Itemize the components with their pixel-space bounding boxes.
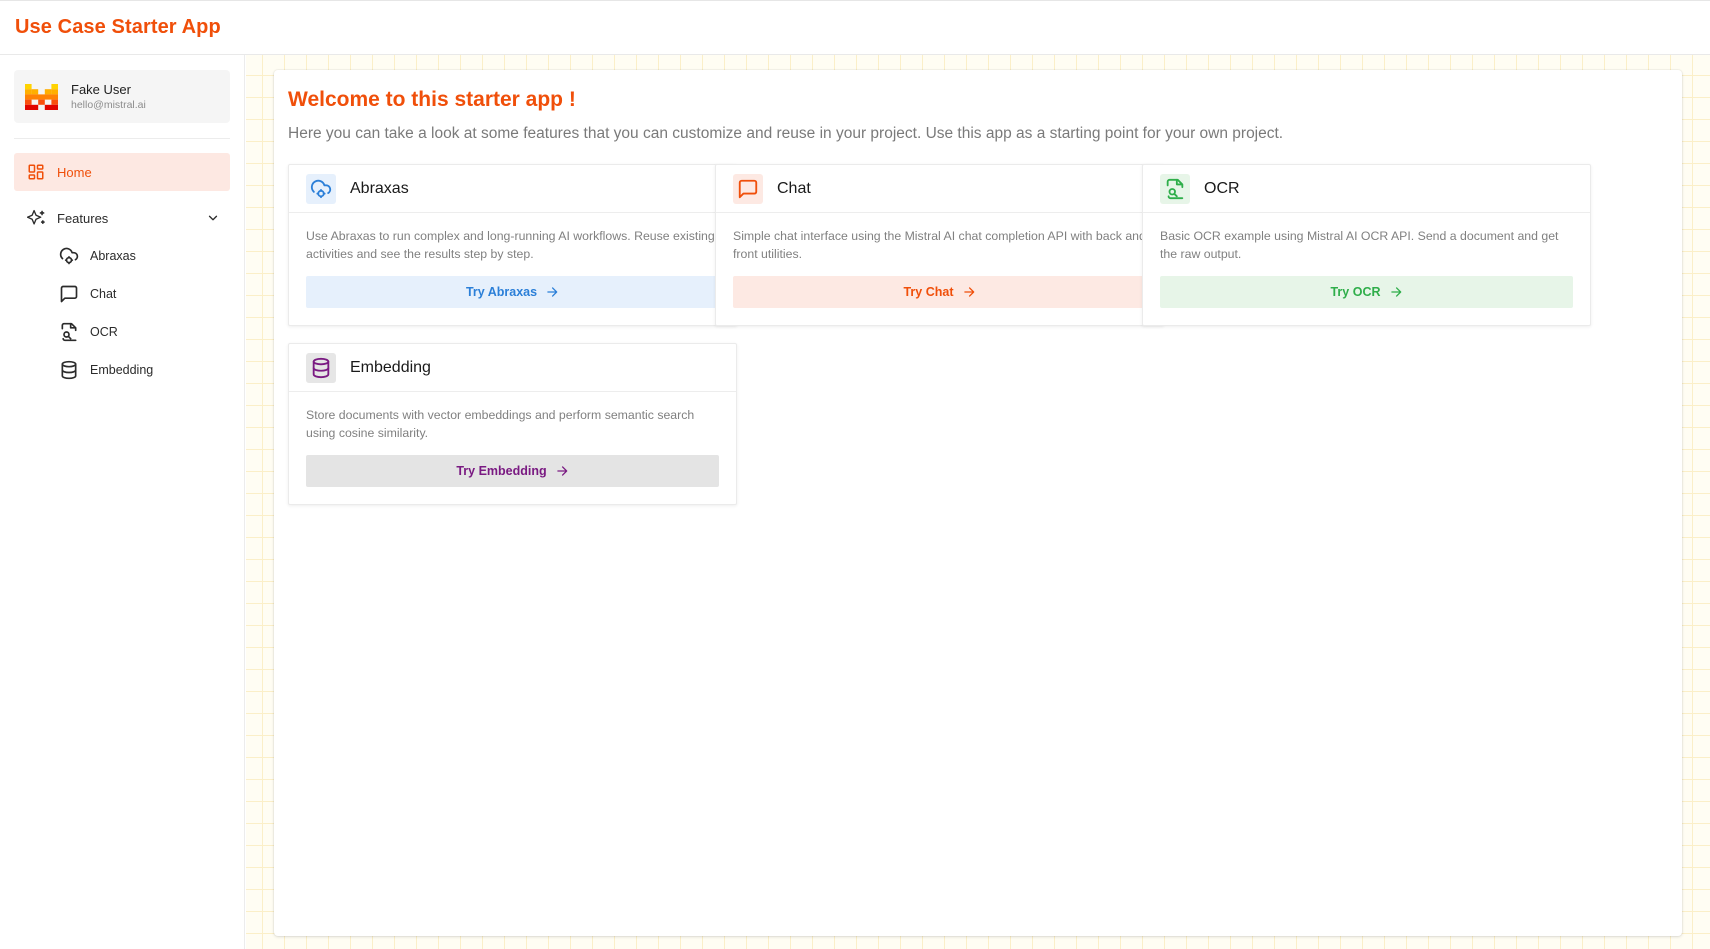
sparkles-icon [26,208,46,228]
try-chat-button[interactable]: Try Chat [733,276,1146,308]
user-text: Fake User hello@mistral.ai [71,82,146,112]
feature-card-chat: Chat Simple chat interface using the Mis… [715,164,1164,326]
feature-card-ocr: OCR Basic OCR example using Mistral AI O… [1142,164,1591,326]
card-header: Chat [716,165,1163,213]
feature-cards: Abraxas Use Abraxas to run complex and l… [288,164,1668,524]
top-header: Use Case Starter App [0,1,1710,55]
content-panel: Welcome to this starter app ! Here you c… [274,70,1682,936]
sidebar-item-label: Embedding [90,363,154,377]
sidebar-item-features[interactable]: Features [14,199,230,237]
sidebar-item-label: Home [57,164,92,180]
user-card[interactable]: Fake User hello@mistral.ai [14,70,230,123]
button-label: Try Abraxas [465,285,538,299]
app-title[interactable]: Use Case Starter App [15,16,221,39]
cloud-cog-icon [306,173,336,204]
sidebar-item-chat[interactable]: Chat [58,275,258,313]
page-title: Welcome to this starter app ! [288,88,576,111]
sidebar-item-home[interactable]: Home [14,153,230,191]
dashboard-icon [26,162,46,182]
sidebar-item-label: Features [57,210,109,226]
page-subtitle: Here you can take a look at some feature… [288,125,1284,142]
user-email: hello@mistral.ai [71,98,146,111]
arrow-right-icon [963,287,974,297]
sidebar-item-abraxas[interactable]: Abraxas [58,237,258,275]
arrow-right-icon [556,466,567,476]
card-header: Embedding [289,344,736,392]
card-description: Simple chat interface using the Mistral … [733,229,1146,261]
database-icon [58,359,80,381]
card-description: Store documents with vector embeddings a… [306,408,695,440]
sidebar-item-ocr[interactable]: OCR [58,313,258,351]
mistral-logo [25,83,58,110]
card-title: Embedding [350,358,431,376]
feature-card-abraxas: Abraxas Use Abraxas to run complex and l… [288,164,737,326]
user-name: Fake User [71,81,131,97]
sidebar-item-label: Chat [90,287,117,301]
button-label: Try OCR [1330,285,1381,299]
main-canvas: Welcome to this starter app ! Here you c… [246,55,1710,949]
file-scan-icon [1160,173,1190,204]
try-embedding-button[interactable]: Try Embedding [306,455,719,487]
sidebar: Fake User hello@mistral.ai Home Features… [0,55,245,949]
card-description: Use Abraxas to run complex and long-runn… [306,229,715,261]
database-icon [306,352,336,383]
cloud-cog-icon [58,245,80,267]
message-square-icon [733,173,763,204]
card-title: Chat [777,179,811,197]
card-description: Basic OCR example using Mistral AI OCR A… [1160,229,1559,261]
arrow-right-icon [1390,287,1401,297]
sidebar-item-label: OCR [90,325,118,339]
button-label: Try Embedding [456,464,547,478]
feature-card-embedding: Embedding Store documents with vector em… [288,343,737,505]
card-title: Abraxas [350,179,409,197]
message-square-icon [58,283,80,305]
card-header: OCR [1143,165,1590,213]
file-scan-icon [58,321,80,343]
arrow-right-icon [547,287,558,297]
sidebar-divider [14,138,230,139]
sidebar-item-embedding[interactable]: Embedding [58,351,258,389]
app-root: Use Case Starter App Fake User hello@mis… [0,0,1710,949]
try-abraxas-button[interactable]: Try Abraxas [306,276,719,308]
button-label: Try Chat [903,285,954,299]
chevron-down-icon[interactable] [206,211,220,225]
sidebar-item-label: Abraxas [90,249,136,263]
card-header: Abraxas [289,165,736,213]
card-title: OCR [1204,179,1240,197]
try-ocr-button[interactable]: Try OCR [1160,276,1573,308]
